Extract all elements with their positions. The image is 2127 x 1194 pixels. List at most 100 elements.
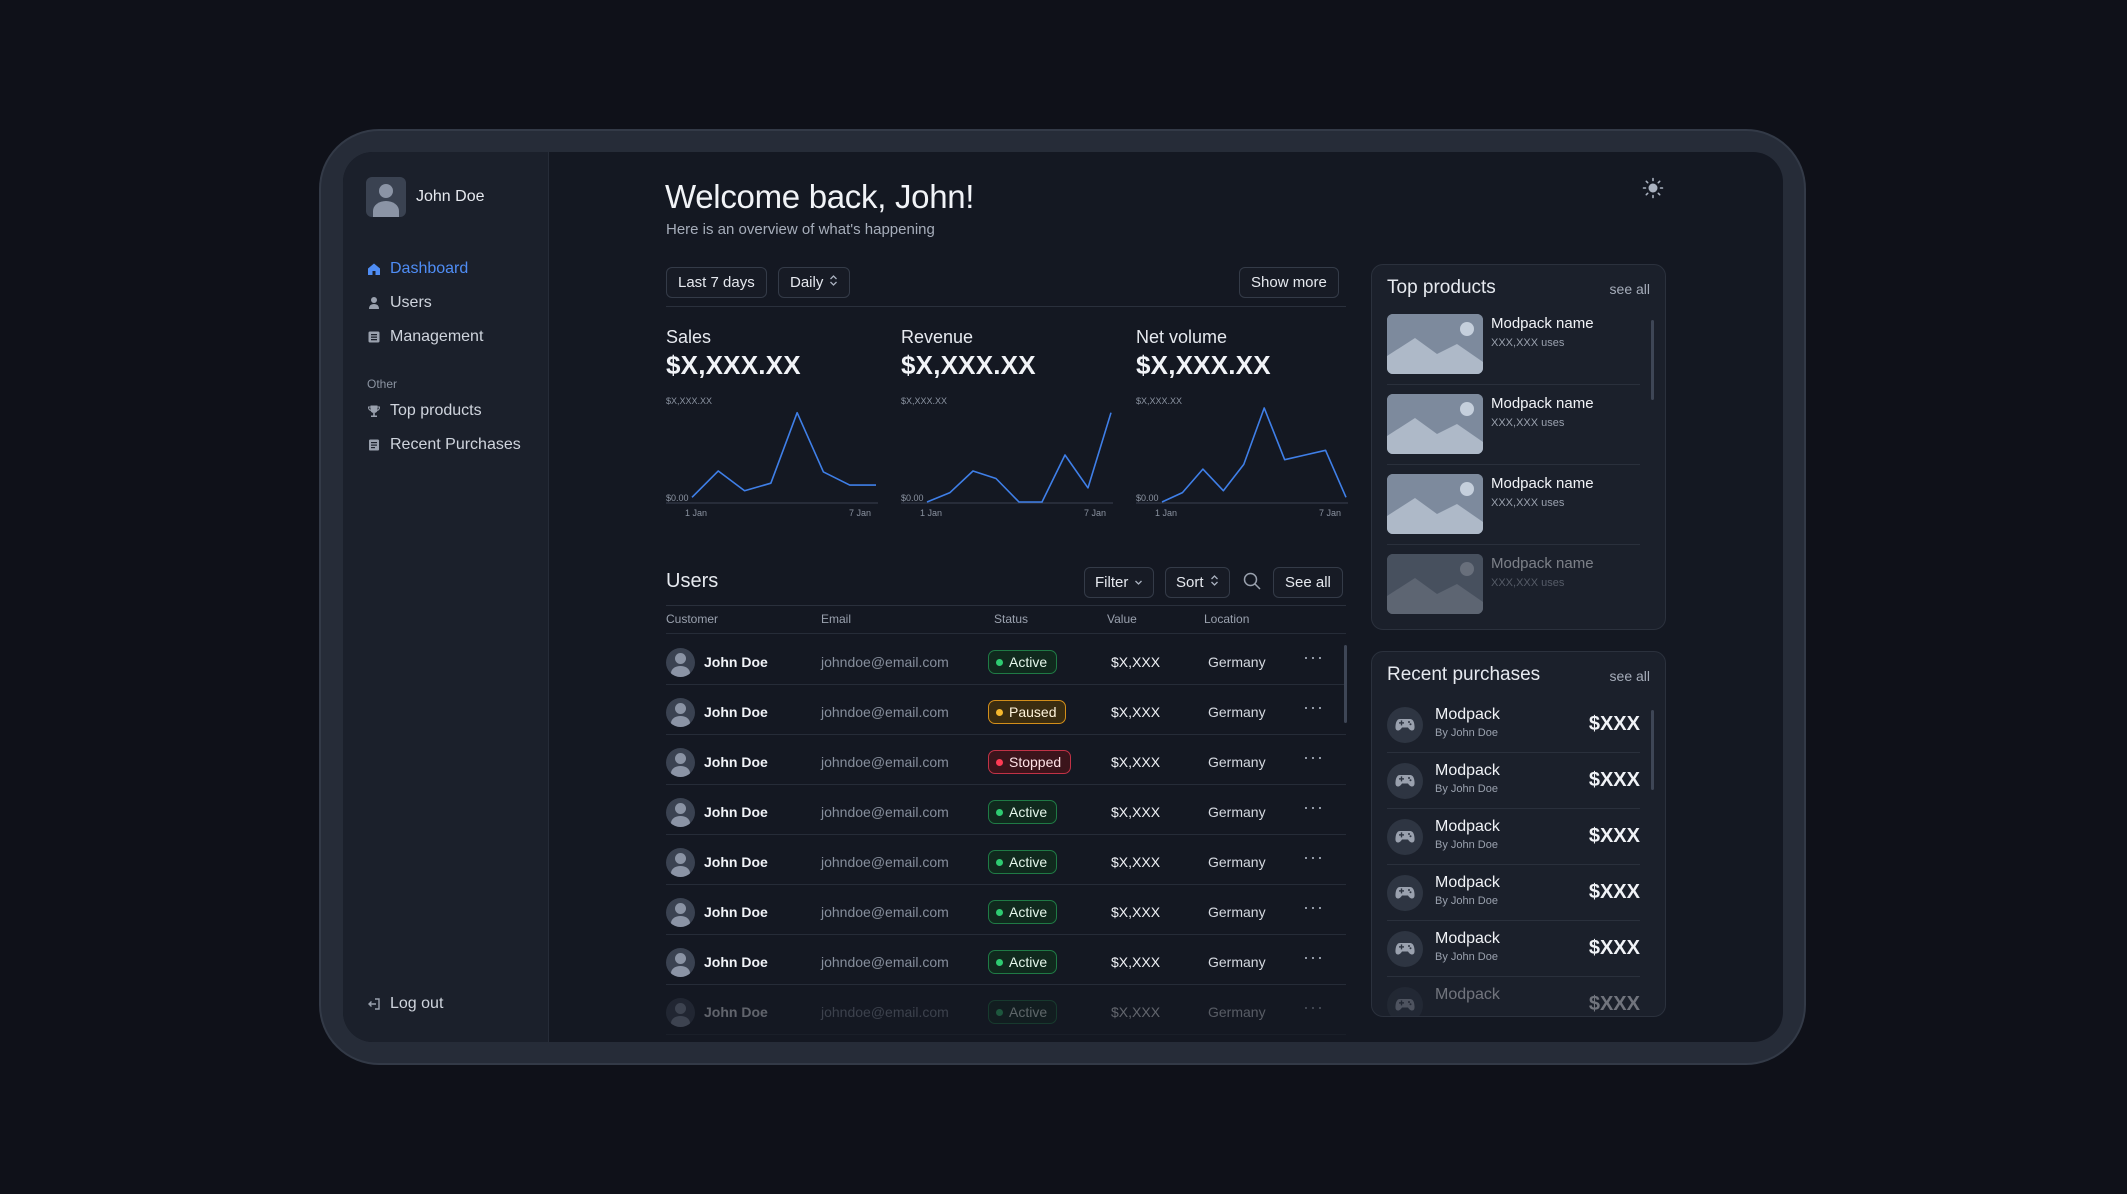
product-item[interactable]: Modpack name XXX,XXX uses	[1387, 306, 1640, 385]
x-tick-label: 7 Jan	[849, 508, 871, 518]
logout-label: Log out	[390, 995, 444, 1012]
profile[interactable]: John Doe	[366, 177, 485, 217]
purchase-name: Modpack	[1435, 818, 1500, 835]
purchase-item[interactable]: Modpack By John Doe $XXX	[1387, 809, 1640, 865]
date-range-button[interactable]: Last 7 days	[666, 267, 767, 298]
sidebar-item-recent-purchases[interactable]: Recent Purchases	[367, 428, 521, 462]
status-badge: Stopped	[988, 750, 1072, 774]
more-options-icon[interactable]: ···	[1303, 947, 1324, 968]
chevron-updown-icon	[829, 274, 838, 291]
status-badge: Active	[988, 900, 1058, 924]
product-item[interactable]: Modpack name XXX,XXX uses	[1387, 466, 1640, 545]
see-all-users-button[interactable]: See all	[1273, 567, 1343, 598]
status-label: Active	[1009, 654, 1048, 670]
product-item[interactable]: Modpack name XXX,XXX uses	[1387, 386, 1640, 465]
gamepad-icon	[1387, 819, 1423, 855]
customer-name: John Doe	[704, 1004, 768, 1020]
panel-scrollbar[interactable]	[1651, 320, 1654, 400]
show-more-button[interactable]: Show more	[1239, 267, 1339, 298]
status-dot-icon	[996, 758, 1003, 766]
chart-series-line	[691, 411, 876, 498]
sidebar-item-dashboard[interactable]: Dashboard	[367, 252, 483, 286]
column-header-status[interactable]: Status	[994, 612, 1028, 626]
table-row[interactable]: John Doe johndoe@email.com Active $X,XXX Ger…	[666, 785, 1346, 835]
purchase-item[interactable]: Modpack By John Doe $XXX	[1387, 753, 1640, 809]
metric-title: Net volume	[1136, 327, 1228, 347]
more-options-icon[interactable]: ···	[1303, 897, 1324, 918]
recent-purchases-panel: Recent purchases see all Modpack By John …	[1371, 651, 1666, 1017]
main-nav: Dashboard Users Management	[367, 252, 483, 354]
purchase-item[interactable]: Modpack By John Doe $XXX	[1387, 697, 1640, 753]
purchase-price: $XXX	[1588, 881, 1640, 903]
more-options-icon[interactable]: ···	[1303, 697, 1324, 718]
sidebar: John Doe Dashboard Users Management Othe…	[343, 152, 549, 1042]
status-dot-icon	[996, 908, 1003, 916]
gamepad-icon	[1387, 875, 1423, 911]
filter-button[interactable]: Filter	[1084, 567, 1155, 598]
customer-name: John Doe	[704, 904, 768, 920]
table-row[interactable]: John Doe johndoe@email.com Active $X,XXX Ger…	[666, 985, 1346, 1035]
purchase-price: $XXX	[1588, 825, 1640, 847]
table-scrollbar[interactable]	[1344, 645, 1347, 723]
purchase-item[interactable]: Modpack $XXX	[1387, 977, 1640, 1016]
table-row[interactable]: John Doe johndoe@email.com Active $X,XXX Ger…	[666, 885, 1346, 935]
divider	[666, 605, 1346, 606]
more-options-icon[interactable]: ···	[1303, 797, 1324, 818]
purchase-author: By John Doe	[1435, 895, 1498, 907]
column-header-customer[interactable]: Customer	[666, 612, 718, 626]
customer-email: johndoe@email.com	[821, 904, 949, 920]
table-row[interactable]: John Doe johndoe@email.com Active $X,XXX Ger…	[666, 835, 1346, 885]
status-dot-icon	[996, 958, 1003, 966]
more-options-icon[interactable]: ···	[1303, 997, 1324, 1018]
metric-title: Revenue	[901, 327, 974, 347]
customer-name: John Doe	[704, 954, 768, 970]
see-all-purchases-link[interactable]: see all	[1610, 668, 1650, 684]
status-badge: Paused	[988, 700, 1067, 724]
column-header-value[interactable]: Value	[1107, 612, 1137, 626]
table-row[interactable]: John Doe johndoe@email.com Stopped $X,XXX Ge…	[666, 735, 1346, 785]
table-row[interactable]: John Doe johndoe@email.com Active $X,XXX Ger…	[666, 935, 1346, 985]
status-dot-icon	[996, 658, 1003, 666]
search-icon[interactable]	[1242, 571, 1262, 591]
logout-button[interactable]: Log out	[367, 995, 443, 1013]
interval-label: Daily	[790, 274, 824, 291]
more-options-icon[interactable]: ···	[1303, 847, 1324, 868]
column-header-location[interactable]: Location	[1204, 612, 1249, 626]
metric-value: $X,XXX.XX	[666, 350, 801, 380]
profile-name: John Doe	[416, 188, 485, 205]
product-name: Modpack name	[1491, 475, 1594, 492]
avatar	[666, 848, 695, 877]
image-placeholder-icon	[1387, 314, 1483, 374]
theme-toggle-sun-icon[interactable]	[1642, 177, 1664, 199]
panel-scrollbar[interactable]	[1651, 710, 1654, 790]
purchase-price: $XXX	[1588, 769, 1640, 791]
page-subtitle: Here is an overview of what's happening	[666, 221, 935, 238]
customer-name: John Doe	[704, 754, 768, 770]
see-all-top-products-link[interactable]: see all	[1610, 281, 1650, 297]
purchase-item[interactable]: Modpack By John Doe $XXX	[1387, 865, 1640, 921]
product-uses: XXX,XXX uses	[1491, 497, 1565, 509]
more-options-icon[interactable]: ···	[1303, 747, 1324, 768]
sidebar-item-top-products[interactable]: Top products	[367, 394, 521, 428]
filter-label: Filter	[1095, 574, 1129, 591]
table-row[interactable]: John Doe johndoe@email.com Paused $X,XXX Ger…	[666, 685, 1346, 735]
customer-email: johndoe@email.com	[821, 854, 949, 870]
panel-title: Top products	[1387, 277, 1496, 298]
sidebar-item-management[interactable]: Management	[367, 320, 483, 354]
customer-location: Germany	[1208, 854, 1266, 870]
interval-select[interactable]: Daily	[778, 267, 851, 298]
customer-location: Germany	[1208, 904, 1266, 920]
customer-value: $X,XXX	[1111, 754, 1161, 770]
product-item[interactable]: Modpack name XXX,XXX uses	[1387, 546, 1640, 625]
table-row[interactable]: John Doe johndoe@email.com Active $X,XXX Ger…	[666, 635, 1346, 685]
purchase-name: Modpack	[1435, 930, 1500, 947]
sort-button[interactable]: Sort	[1165, 567, 1230, 598]
gamepad-icon	[1387, 987, 1423, 1016]
nav-section-label: Other	[367, 377, 398, 391]
column-header-email[interactable]: Email	[821, 612, 851, 626]
more-options-icon[interactable]: ···	[1303, 647, 1324, 668]
sidebar-item-users[interactable]: Users	[367, 286, 483, 320]
status-label: Active	[1009, 854, 1048, 870]
y-tick-label: $0.00	[901, 493, 924, 503]
purchase-item[interactable]: Modpack By John Doe $XXX	[1387, 921, 1640, 977]
